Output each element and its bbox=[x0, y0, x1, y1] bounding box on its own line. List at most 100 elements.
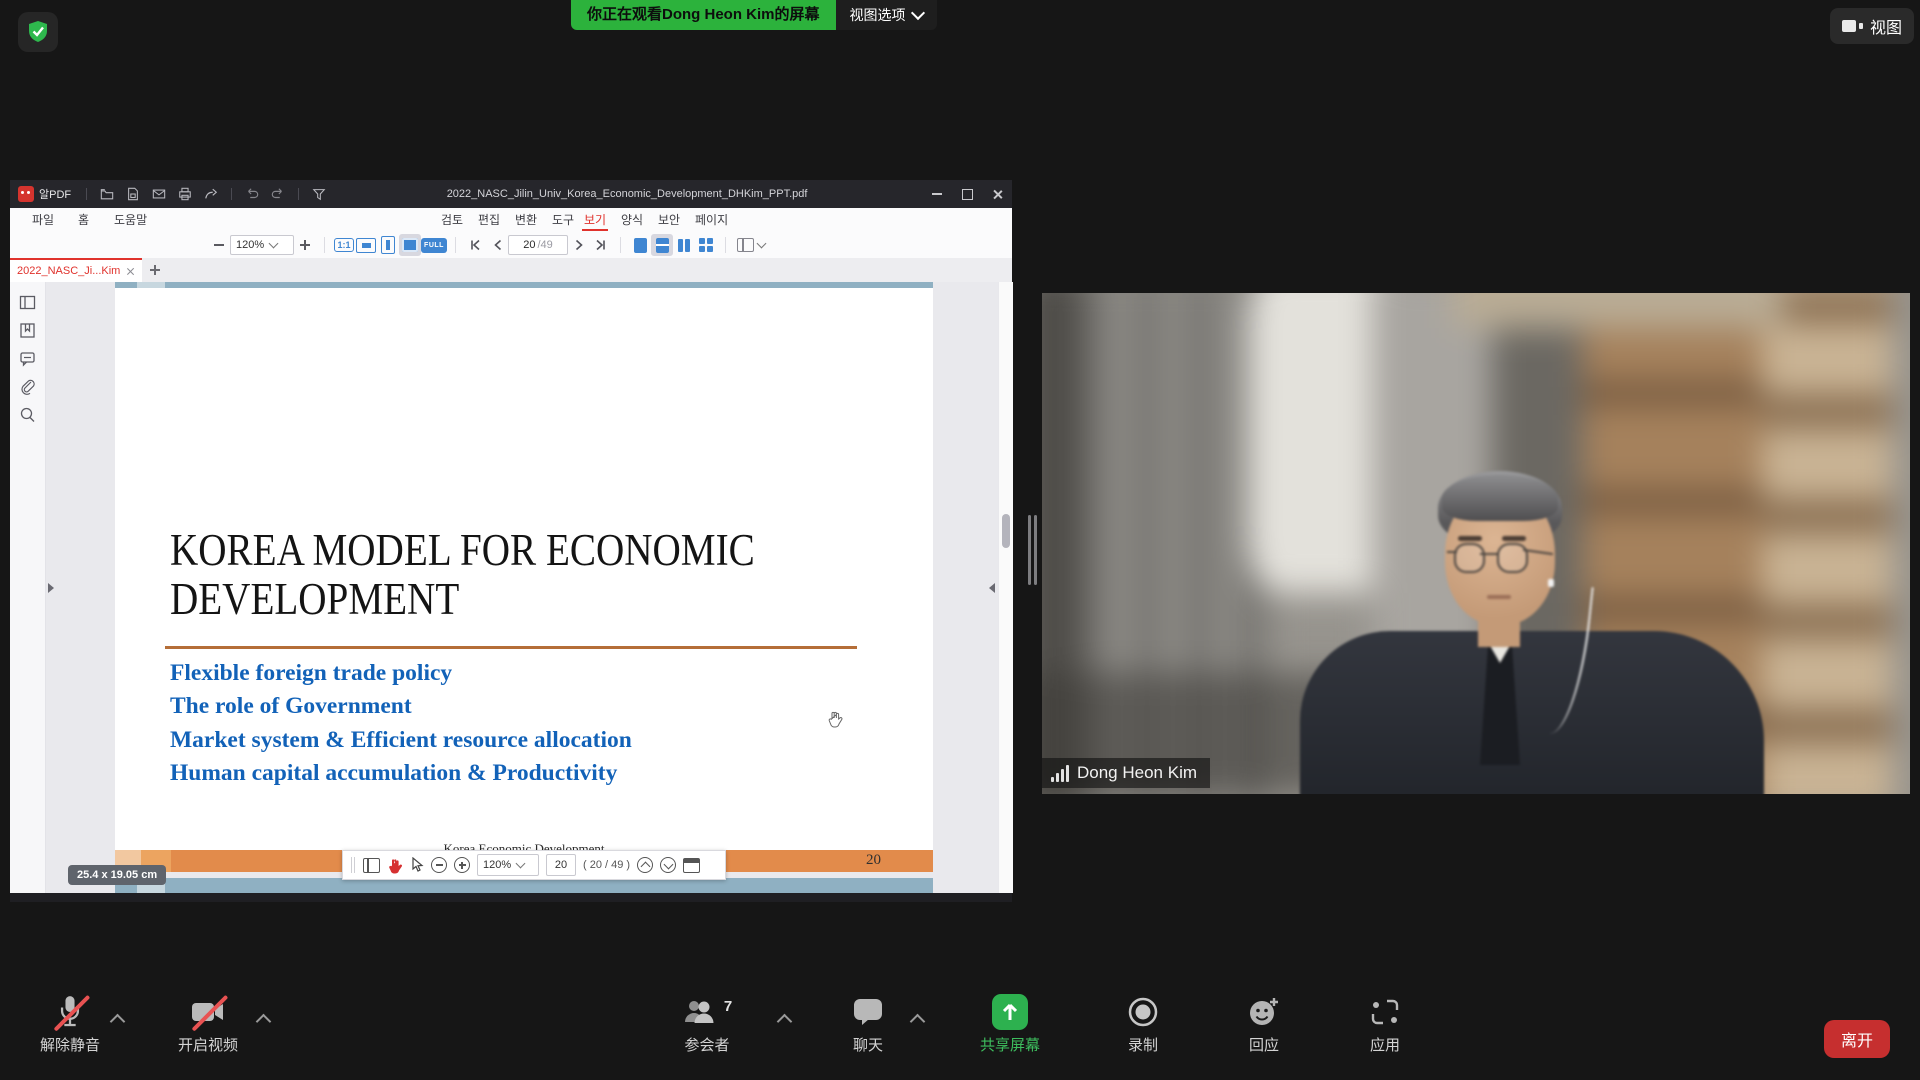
actual-size-button[interactable]: 1:1 bbox=[333, 234, 355, 256]
menu-help[interactable]: 도움말 bbox=[114, 208, 147, 232]
participants-count-badge: 7 bbox=[724, 998, 732, 1015]
fullscreen-button[interactable]: FULL bbox=[421, 234, 447, 256]
close-tab-icon[interactable] bbox=[126, 267, 135, 276]
scrollbar-thumb[interactable] bbox=[1002, 514, 1010, 548]
minimize-button[interactable] bbox=[922, 180, 952, 208]
participants-options-chevron[interactable] bbox=[779, 1016, 791, 1028]
print-icon[interactable] bbox=[178, 187, 192, 201]
page-indicator: ( 20 / 49 ) bbox=[583, 859, 630, 871]
filter-icon[interactable] bbox=[312, 187, 326, 201]
menu-forms[interactable]: 양식 bbox=[621, 208, 643, 232]
thumbnails-panel-icon[interactable] bbox=[19, 294, 36, 311]
grid-view-button[interactable] bbox=[695, 234, 717, 256]
reactions-button[interactable]: 回应 bbox=[1204, 992, 1324, 1055]
continuous-view-button[interactable] bbox=[651, 234, 673, 256]
reading-mode-icon[interactable] bbox=[683, 858, 700, 873]
menu-security[interactable]: 보안 bbox=[658, 208, 680, 232]
security-shield-button[interactable] bbox=[18, 12, 58, 52]
menu-page[interactable]: 페이지 bbox=[695, 208, 728, 232]
next-page-top-edge bbox=[115, 878, 933, 893]
comments-panel-icon[interactable] bbox=[19, 350, 36, 367]
zoom-out-circle-button[interactable] bbox=[431, 857, 447, 873]
page-number-input[interactable]: 20 /49 bbox=[508, 235, 568, 255]
zoom-in-button[interactable] bbox=[294, 234, 316, 256]
menu-convert[interactable]: 변환 bbox=[515, 208, 537, 232]
last-page-button[interactable] bbox=[590, 234, 612, 256]
redo-icon[interactable] bbox=[271, 187, 285, 201]
document-tab[interactable]: 2022_NASC_Ji...Kim_PPT.pdf bbox=[10, 258, 142, 282]
fit-height-button[interactable] bbox=[377, 234, 399, 256]
close-button[interactable] bbox=[982, 180, 1012, 208]
pdf-titlebar[interactable]: 알PDF 2022_NASC_Jilin_Univ_Korea_Economic… bbox=[10, 180, 1012, 208]
meeting-control-bar: 解除静音 开启视频 7 bbox=[0, 992, 1920, 1080]
undo-icon[interactable] bbox=[245, 187, 259, 201]
record-icon bbox=[1127, 996, 1159, 1028]
pdf-menubar: 파일 홈 도움말 검토 편집 변환 도구 보기 양식 보안 페이지 bbox=[10, 208, 1012, 233]
zoom-out-button[interactable] bbox=[208, 234, 230, 256]
share-screen-button[interactable]: 共享屏幕 bbox=[950, 992, 1070, 1055]
zoom-meeting-screen: 你正在观看Dong Heon Kim的屏幕 视图选项 视图 알PDF 2022_… bbox=[0, 0, 1920, 1080]
menu-home[interactable]: 홈 bbox=[78, 208, 89, 232]
menu-view-active[interactable]: 보기 bbox=[584, 208, 606, 232]
page-layout-dropdown[interactable] bbox=[734, 234, 768, 256]
audio-options-chevron[interactable] bbox=[112, 1016, 124, 1028]
banner-text: 你正在观看Dong Heon Kim的屏幕 bbox=[571, 0, 836, 30]
bullet-line: Flexible foreign trade policy bbox=[170, 657, 632, 690]
panel-toggle-icon[interactable] bbox=[363, 858, 380, 873]
slide-page-number: 20 bbox=[866, 852, 881, 869]
floating-zoom-select[interactable]: 120% bbox=[477, 854, 539, 876]
menu-file[interactable]: 파일 bbox=[32, 208, 54, 232]
participant-name-label: Dong Heon Kim bbox=[1042, 758, 1210, 788]
document-scrollbar[interactable] bbox=[998, 282, 1013, 893]
attachments-panel-icon[interactable] bbox=[19, 378, 36, 395]
new-tab-button[interactable] bbox=[142, 258, 168, 282]
previous-page-circle-button[interactable] bbox=[637, 857, 653, 873]
leave-meeting-button[interactable]: 离开 bbox=[1824, 1020, 1890, 1058]
open-folder-icon[interactable] bbox=[100, 187, 114, 201]
menu-edit[interactable]: 편집 bbox=[478, 208, 500, 232]
fit-page-button[interactable] bbox=[399, 234, 421, 256]
maximize-button[interactable] bbox=[952, 180, 982, 208]
share-screen-icon bbox=[992, 994, 1028, 1030]
facing-pages-view-button[interactable] bbox=[673, 234, 695, 256]
app-name: 알PDF bbox=[39, 186, 71, 202]
view-options-button[interactable]: 视图选项 bbox=[836, 0, 937, 30]
window-title: 2022_NASC_Jilin_Univ_Korea_Economic_Deve… bbox=[332, 188, 922, 200]
floating-page-input[interactable]: 20 bbox=[546, 854, 576, 876]
save-document-icon[interactable] bbox=[126, 187, 140, 201]
video-options-chevron[interactable] bbox=[258, 1016, 270, 1028]
next-page-button[interactable] bbox=[568, 234, 590, 256]
window-bottom-edge bbox=[10, 893, 1012, 902]
audio-level-icon bbox=[1051, 764, 1069, 782]
first-page-button[interactable] bbox=[464, 234, 486, 256]
bookmarks-panel-icon[interactable] bbox=[19, 322, 36, 339]
view-button[interactable]: 视图 bbox=[1830, 8, 1914, 44]
menu-review[interactable]: 검토 bbox=[441, 208, 463, 232]
hand-tool-icon[interactable] bbox=[387, 857, 403, 874]
participant-video-feed[interactable]: Dong Heon Kim bbox=[1042, 293, 1910, 794]
start-video-button[interactable]: 开启视频 bbox=[148, 992, 268, 1055]
record-button[interactable]: 录制 bbox=[1083, 992, 1203, 1055]
chat-options-chevron[interactable] bbox=[912, 1016, 924, 1028]
email-icon[interactable] bbox=[152, 187, 166, 201]
next-page-circle-button[interactable] bbox=[660, 857, 676, 873]
toolbar-drag-grip[interactable] bbox=[351, 857, 352, 873]
chat-button[interactable]: 聊天 bbox=[808, 992, 928, 1055]
apps-button[interactable]: 应用 bbox=[1325, 992, 1445, 1055]
select-tool-icon[interactable] bbox=[410, 857, 424, 873]
bullet-line: Human capital accumulation & Productivit… bbox=[170, 757, 632, 790]
share-icon[interactable] bbox=[204, 187, 218, 201]
single-page-view-button[interactable] bbox=[629, 234, 651, 256]
hand-cursor-icon bbox=[827, 710, 843, 728]
search-panel-icon[interactable] bbox=[19, 406, 36, 423]
zoom-in-circle-button[interactable] bbox=[454, 857, 470, 873]
prev-page-button[interactable] bbox=[486, 234, 508, 256]
video-panel-resize-handle[interactable] bbox=[1028, 515, 1037, 585]
participant-name: Dong Heon Kim bbox=[1077, 763, 1197, 783]
menu-tools[interactable]: 도구 bbox=[552, 208, 574, 232]
zoom-level-select[interactable]: 120% bbox=[230, 235, 294, 255]
participants-button[interactable]: 7 参会者 bbox=[647, 992, 767, 1055]
fit-width-button[interactable] bbox=[355, 234, 377, 256]
sidebar-collapse-arrow[interactable] bbox=[48, 583, 54, 593]
panel-collapse-arrow[interactable] bbox=[989, 583, 995, 593]
